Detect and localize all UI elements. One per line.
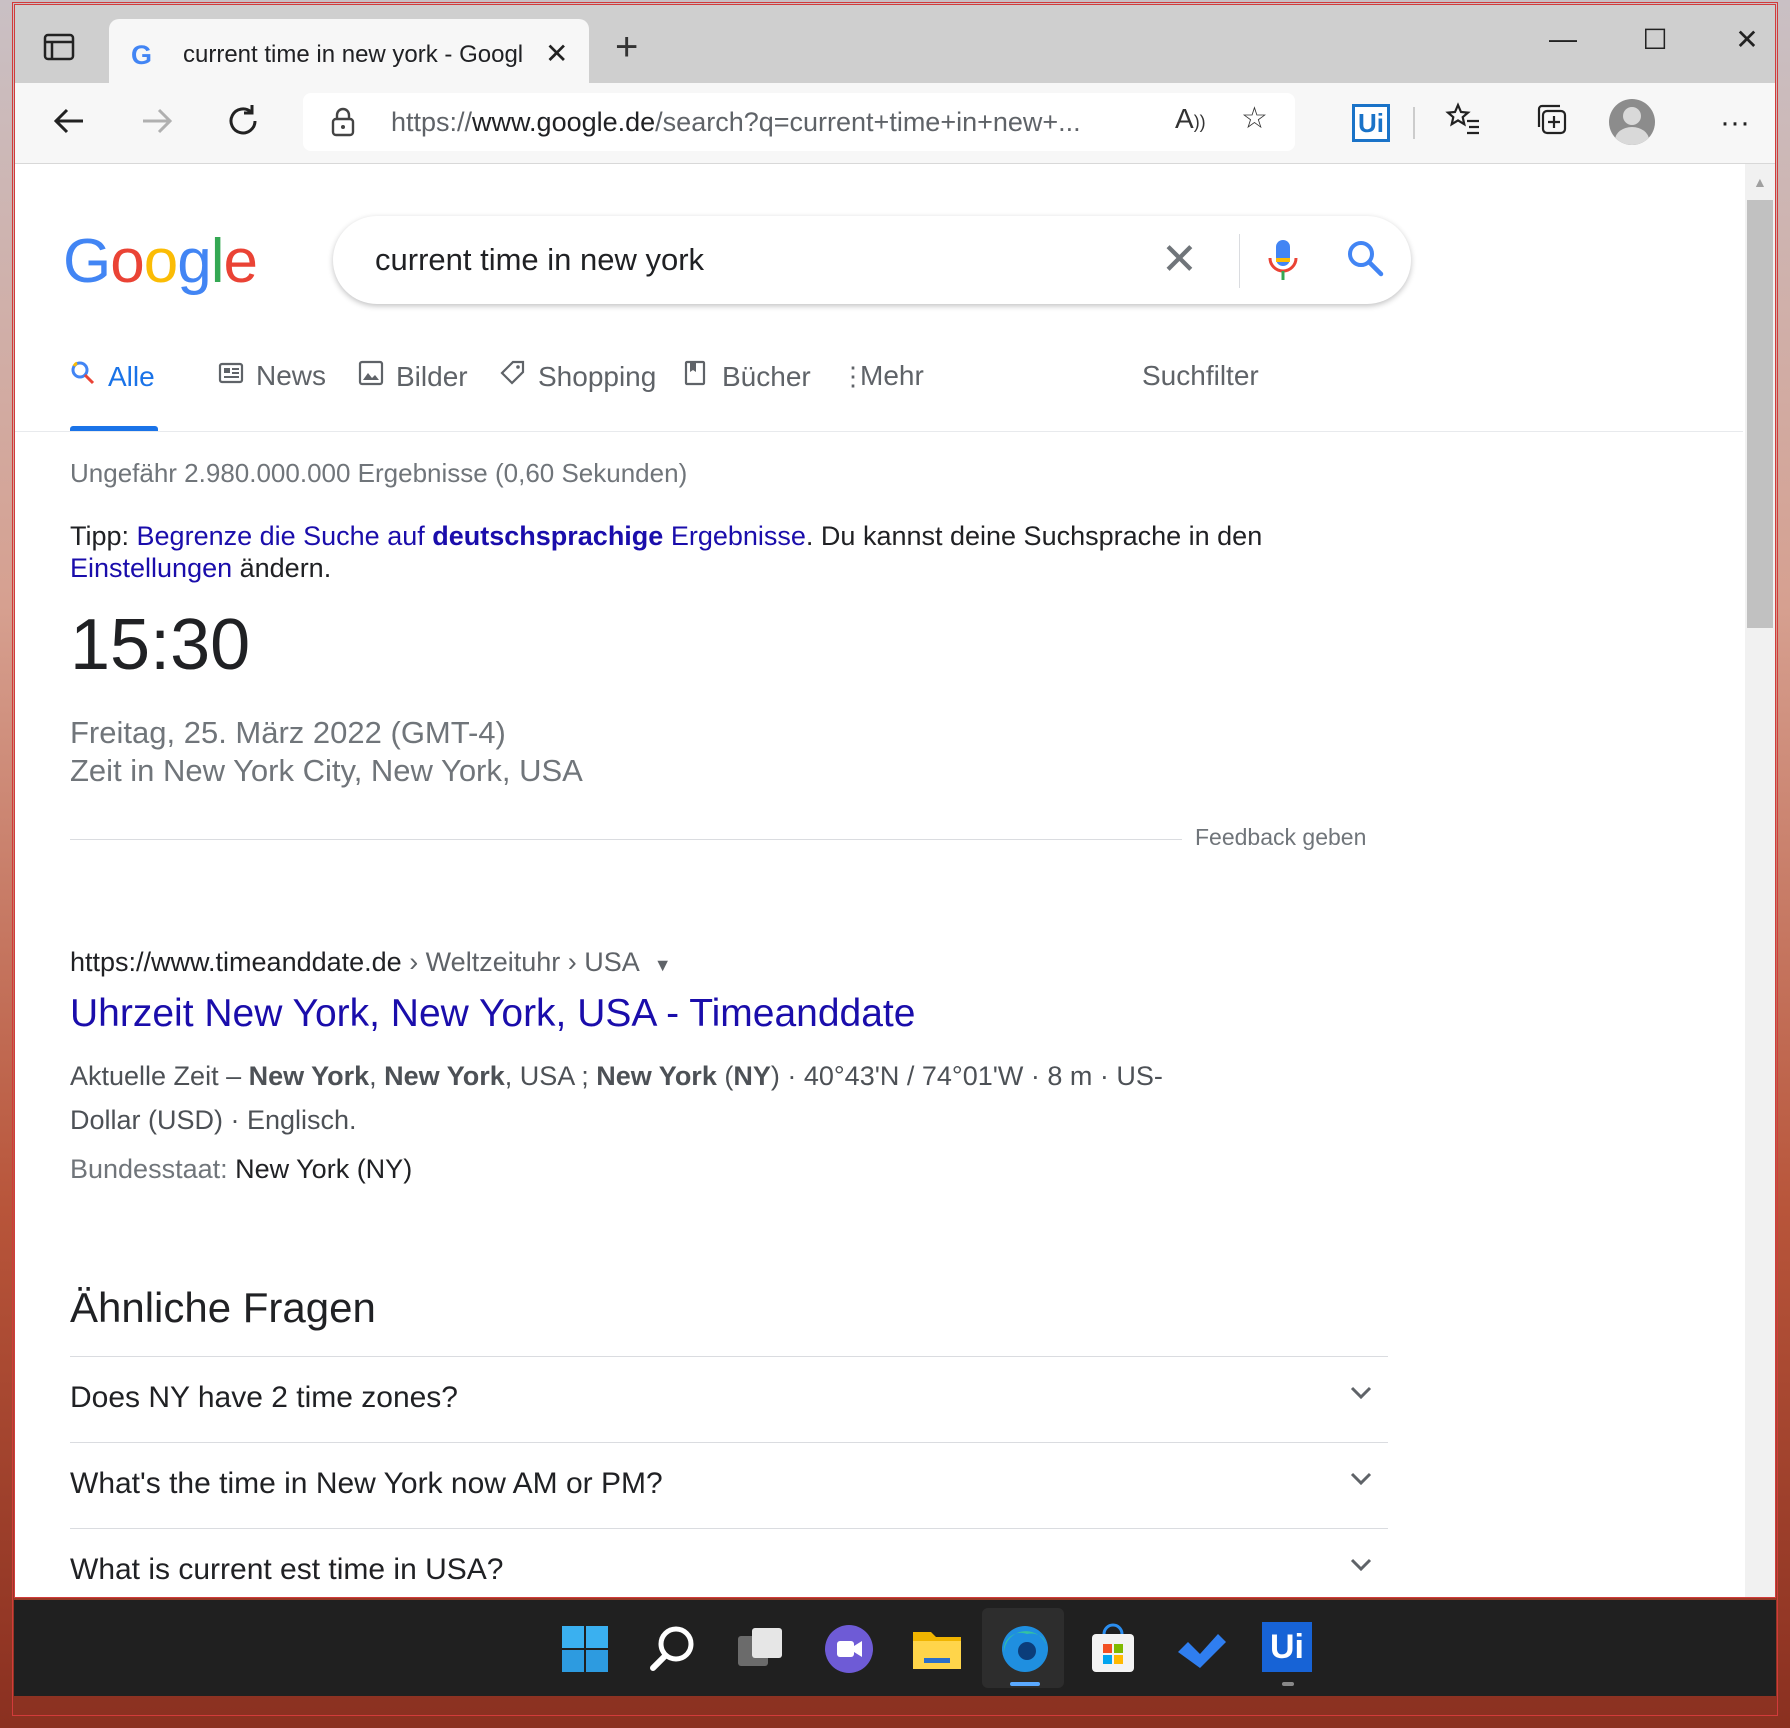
result-attribute: Bundesstaat: New York (NY) xyxy=(70,1154,413,1184)
related-questions-title: Ähnliche Fragen xyxy=(70,1284,376,1331)
collections-icon[interactable] xyxy=(1529,101,1573,145)
address-bar[interactable]: https://www.google.de/search?q=current+t… xyxy=(303,93,1295,151)
tab-buecher[interactable]: Bücher xyxy=(684,360,811,393)
browser-window: G current time in new york - Googl ✕ + —… xyxy=(14,4,1776,1598)
new-tab-icon[interactable]: + xyxy=(615,27,638,67)
refresh-icon[interactable] xyxy=(221,101,265,145)
question-text: What is current est time in USA? xyxy=(70,1553,504,1586)
chevron-down-icon[interactable] xyxy=(1346,1463,1376,1493)
current-date: Freitag, 25. März 2022 (GMT-4) xyxy=(70,715,506,750)
search-query[interactable]: current time in new york xyxy=(375,242,704,278)
tab-news[interactable]: News xyxy=(218,360,326,392)
time-details: Freitag, 25. März 2022 (GMT-4) Zeit in N… xyxy=(70,714,583,790)
settings-link[interactable]: Einstellungen xyxy=(70,553,232,583)
logo-letter: o xyxy=(110,227,144,296)
more-options-icon[interactable]: ··· xyxy=(1713,101,1757,145)
edge-running-indicator xyxy=(1010,1682,1040,1686)
tip-suffix: ändern. xyxy=(232,553,332,583)
window-close-icon[interactable]: ✕ xyxy=(1727,23,1767,56)
search-icon xyxy=(70,360,98,393)
result-cite[interactable]: https://www.timeanddate.de › Weltzeituhr… xyxy=(70,947,672,978)
limit-language-link[interactable]: Begrenze die Suche auf deutschsprachige … xyxy=(137,521,806,551)
more-vert-icon: ⋮ xyxy=(840,361,866,391)
lock-icon[interactable] xyxy=(329,107,357,142)
tip-middle: . Du kannst deine Suchsprache in den xyxy=(805,521,1263,551)
vertical-scrollbar[interactable]: ▲ xyxy=(1745,164,1775,1597)
related-question[interactable]: Does NY have 2 time zones? xyxy=(70,1356,1388,1443)
google-logo[interactable]: Google xyxy=(63,226,258,297)
tab-bilder[interactable]: Bilder xyxy=(358,360,468,393)
profile-avatar-icon[interactable] xyxy=(1609,99,1655,145)
search-icon[interactable] xyxy=(1343,236,1387,285)
tab-alle[interactable]: Alle xyxy=(70,360,155,393)
browser-tab-active[interactable]: G current time in new york - Googl ✕ xyxy=(109,19,589,85)
teams-chat-icon[interactable] xyxy=(822,1622,876,1676)
uipath-icon[interactable]: Ui xyxy=(1262,1622,1316,1676)
scroll-up-icon[interactable]: ▲ xyxy=(1753,174,1767,190)
language-tip: Tipp: Begrenze die Suche auf deutschspra… xyxy=(70,520,1390,584)
edge-browser-icon[interactable] xyxy=(998,1622,1052,1676)
minimize-icon[interactable]: — xyxy=(1543,23,1583,55)
url-text[interactable]: https://www.google.de/search?q=current+t… xyxy=(391,107,1131,138)
logo-letter: l xyxy=(210,227,225,296)
logo-letter: o xyxy=(143,227,178,296)
feedback-link[interactable]: Feedback geben xyxy=(1195,824,1366,851)
microsoft-store-icon[interactable] xyxy=(1086,1622,1140,1676)
result-stats: Ungefähr 2.980.000.000 Ergebnisse (0,60 … xyxy=(70,458,688,488)
related-question[interactable]: What's the time in New York now AM or PM… xyxy=(70,1442,1388,1529)
related-question[interactable]: What is current est time in USA? xyxy=(70,1528,1388,1597)
google-favicon-icon: G xyxy=(131,40,153,70)
result-title-link[interactable]: Uhrzeit New York, New York, USA - Timean… xyxy=(70,992,915,1036)
taskbar: Ui xyxy=(14,1600,1776,1696)
uipath-extension-icon[interactable]: Ui xyxy=(1349,101,1393,145)
tab-strip: G current time in new york - Googl ✕ + —… xyxy=(15,5,1775,85)
chevron-down-icon[interactable] xyxy=(1346,1549,1376,1579)
search-icon[interactable] xyxy=(646,1622,700,1676)
book-icon xyxy=(684,360,712,393)
chevron-down-icon[interactable] xyxy=(1346,1377,1376,1407)
uipath-running-indicator xyxy=(1282,1682,1294,1686)
windows-start-icon[interactable] xyxy=(558,1622,612,1676)
time-location: Zeit in New York City, New York, USA xyxy=(70,753,583,788)
file-explorer-icon[interactable] xyxy=(910,1622,964,1676)
news-icon xyxy=(218,361,246,392)
logo-letter: G xyxy=(63,227,111,296)
scrollbar-thumb[interactable] xyxy=(1747,200,1773,628)
feedback-divider xyxy=(70,839,1182,840)
tab-close-icon[interactable]: ✕ xyxy=(545,37,568,70)
image-icon xyxy=(358,360,386,393)
browser-toolbar: https://www.google.de/search?q=current+t… xyxy=(15,83,1775,164)
toolbar-separator xyxy=(1413,107,1415,139)
tab-actions-icon[interactable] xyxy=(41,29,77,65)
read-aloud-icon[interactable]: A)) xyxy=(1175,103,1206,135)
forward-icon[interactable] xyxy=(135,101,179,145)
question-text: What's the time in New York now AM or PM… xyxy=(70,1467,663,1500)
search-divider xyxy=(1239,234,1240,288)
add-favorite-icon[interactable]: ☆ xyxy=(1241,101,1268,136)
result-snippet: Aktuelle Zeit – New York, New York, USA … xyxy=(70,1061,1163,1135)
microphone-icon[interactable] xyxy=(1263,236,1303,289)
back-icon[interactable] xyxy=(47,101,91,145)
search-filter-button[interactable]: Suchfilter xyxy=(1142,360,1259,392)
tab-shopping[interactable]: Shopping xyxy=(500,360,656,393)
search-input[interactable]: current time in new york ✕ xyxy=(333,216,1411,304)
tabs-divider xyxy=(15,431,1743,432)
current-time: 15:30 xyxy=(70,605,251,685)
clear-search-icon[interactable]: ✕ xyxy=(1161,234,1198,285)
tab-title: current time in new york - Googl xyxy=(183,41,523,68)
todo-icon[interactable] xyxy=(1174,1622,1228,1676)
logo-letter: g xyxy=(177,227,211,296)
task-view-icon[interactable] xyxy=(734,1622,788,1676)
tab-mehr[interactable]: ⋮Mehr xyxy=(840,360,924,392)
question-text: Does NY have 2 time zones? xyxy=(70,1381,458,1414)
maximize-icon[interactable]: ☐ xyxy=(1635,23,1675,56)
tip-prefix: Tipp: xyxy=(70,521,137,551)
page-content: Google current time in new york ✕ Alle N… xyxy=(15,164,1743,1597)
result-menu-icon[interactable]: ▼ xyxy=(654,955,672,975)
tag-icon xyxy=(500,360,528,393)
logo-letter: e xyxy=(223,227,257,296)
favorites-icon[interactable] xyxy=(1441,101,1485,145)
